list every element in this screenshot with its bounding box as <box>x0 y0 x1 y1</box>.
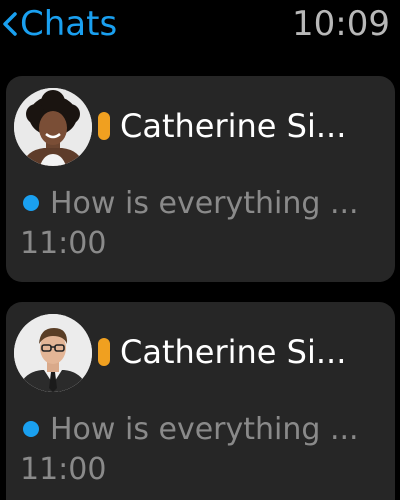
contact-name: Catherine Si... <box>120 333 347 371</box>
unread-dot-icon <box>23 195 39 211</box>
back-button[interactable]: Chats <box>2 4 117 44</box>
message-time: 11:00 <box>20 226 107 261</box>
chat-list-item[interactable]: Catherine Si... How is everything ... 11… <box>6 76 395 282</box>
contact-name: Catherine Si... <box>120 107 347 145</box>
status-indicator <box>98 112 110 140</box>
message-preview: How is everything ... <box>50 186 359 221</box>
avatar <box>14 314 92 392</box>
chevron-left-icon <box>3 12 17 36</box>
message-time: 11:00 <box>20 452 107 487</box>
status-indicator <box>98 338 110 366</box>
chat-list-item[interactable]: Catherine Si... How is everything ... 11… <box>6 302 395 500</box>
back-label: Chats <box>20 4 118 44</box>
man-avatar-icon <box>14 314 92 392</box>
avatar <box>14 88 92 166</box>
clock: 10:09 <box>292 4 390 44</box>
unread-dot-icon <box>23 421 39 437</box>
top-bar: Chats 10:09 <box>0 0 400 48</box>
woman-avatar-icon <box>14 88 92 166</box>
message-preview: How is everything ... <box>50 412 359 447</box>
